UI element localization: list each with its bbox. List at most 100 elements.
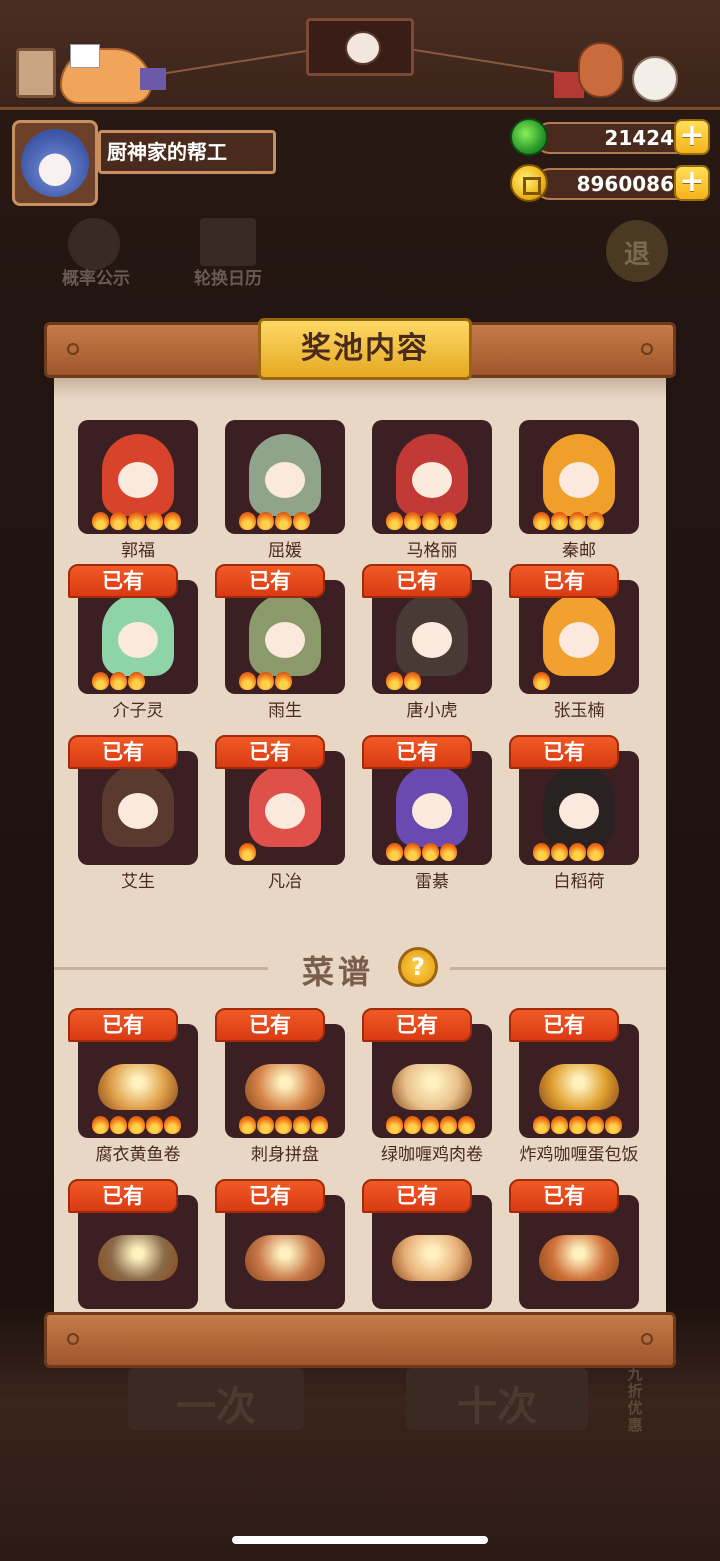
panel-title: 奖池内容 xyxy=(258,318,472,380)
character-name: 唐小虎 xyxy=(406,701,458,721)
recipe-card[interactable]: 已有 刺身拼盘 xyxy=(215,1008,347,1165)
flame-star-icon xyxy=(146,1116,163,1134)
character-card[interactable]: 秦邮 xyxy=(509,420,641,561)
flame-star-icon xyxy=(92,672,109,690)
flame-star-icon xyxy=(110,1116,127,1134)
recipe-card[interactable]: 已有 xyxy=(509,1179,641,1309)
owned-badge: 已有 xyxy=(68,1179,178,1213)
coin-amount: 8960086 xyxy=(534,168,694,200)
character-sprite-icon xyxy=(543,594,615,676)
recipe-card[interactable]: 已有 xyxy=(215,1179,347,1309)
star-flames xyxy=(92,672,145,690)
flame-star-icon xyxy=(275,512,292,530)
coin-resource: 8960086 + xyxy=(510,164,712,202)
flame-star-icon xyxy=(386,843,403,861)
character-sprite-icon xyxy=(102,765,174,847)
recipe-card[interactable]: 已有 腐衣黄鱼卷 xyxy=(68,1008,200,1165)
character-card[interactable]: 已有 雨生 xyxy=(215,564,347,721)
owned-badge: 已有 xyxy=(215,735,325,769)
single-draw-label: 一次 xyxy=(176,1384,256,1430)
scroll-bottom-rod[interactable] xyxy=(44,1312,676,1368)
character-sprite-icon xyxy=(396,594,468,676)
character-name: 白稻荷 xyxy=(553,872,605,892)
owned-badge: 已有 xyxy=(68,735,178,769)
flame-star-icon xyxy=(551,843,568,861)
flame-star-icon xyxy=(386,1116,403,1134)
character-sprite-icon xyxy=(543,434,615,516)
flame-star-icon xyxy=(422,843,439,861)
flame-star-icon xyxy=(422,512,439,530)
back-label: 退 xyxy=(623,240,650,270)
character-name: 秦邮 xyxy=(562,541,596,561)
recipes-title: 菜谱 xyxy=(302,953,375,991)
flame-star-icon xyxy=(404,512,421,530)
flame-star-icon xyxy=(440,512,457,530)
character-sprite-icon xyxy=(102,434,174,516)
character-card[interactable]: 已有 雷綦 xyxy=(362,735,494,892)
character-card[interactable]: 已有艾生 xyxy=(68,735,200,892)
dish-icon xyxy=(245,1064,325,1110)
flame-star-icon xyxy=(404,843,421,861)
flame-star-icon xyxy=(293,512,310,530)
help-icon[interactable]: ? xyxy=(398,947,438,987)
character-card[interactable]: 已有 张玉楠 xyxy=(509,564,641,721)
flame-star-icon xyxy=(587,1116,604,1134)
character-card[interactable]: 已有凡冶 xyxy=(215,735,347,892)
flame-star-icon xyxy=(311,1116,328,1134)
character-name: 郭福 xyxy=(121,541,155,561)
chef-character-icon xyxy=(578,42,624,98)
star-flames xyxy=(533,843,604,861)
character-card[interactable]: 已有 白稻荷 xyxy=(509,735,641,892)
flame-star-icon xyxy=(404,1116,421,1134)
character-card[interactable]: 马格丽 xyxy=(362,420,494,561)
flame-star-icon xyxy=(533,843,550,861)
character-card[interactable]: 已有 唐小虎 xyxy=(362,564,494,721)
hanging-banner xyxy=(306,18,414,76)
recipe-card[interactable]: 已有 绿咖喱鸡肉卷 xyxy=(362,1008,494,1165)
recipe-card[interactable]: 已有 炸鸡咖喱蛋包饭 xyxy=(509,1008,641,1165)
flame-star-icon xyxy=(239,672,256,690)
flame-star-icon xyxy=(257,1116,274,1134)
calendar-icon xyxy=(200,218,256,266)
star-flames xyxy=(239,843,256,861)
paper-shadow xyxy=(54,378,666,398)
character-name: 凡冶 xyxy=(268,872,302,892)
flame-star-icon xyxy=(386,512,403,530)
character-card[interactable]: 屈媛 xyxy=(215,420,347,561)
flame-star-icon xyxy=(569,1116,586,1134)
add-jade-button[interactable]: + xyxy=(674,119,710,155)
flame-star-icon xyxy=(551,1116,568,1134)
dish-icon xyxy=(98,1064,178,1110)
character-name: 张玉楠 xyxy=(553,701,605,721)
add-coin-button[interactable]: + xyxy=(674,165,710,201)
top-decor-bar xyxy=(0,0,720,110)
home-indicator[interactable] xyxy=(232,1536,488,1544)
flame-star-icon xyxy=(440,1116,457,1134)
character-portrait xyxy=(519,420,639,534)
flame-star-icon xyxy=(128,1116,145,1134)
character-sprite-icon xyxy=(543,765,615,847)
jade-amount: 21424 xyxy=(534,122,694,154)
recipe-card[interactable]: 已有 xyxy=(68,1179,200,1309)
player-avatar[interactable] xyxy=(12,120,98,206)
character-portrait xyxy=(225,420,345,534)
flame-star-icon xyxy=(239,1116,256,1134)
jade-resource: 21424 + xyxy=(510,118,712,156)
character-card[interactable]: 已有 介子灵 xyxy=(68,564,200,721)
character-card[interactable]: 郭福 xyxy=(68,420,200,561)
flame-star-icon xyxy=(164,1116,181,1134)
owned-badge: 已有 xyxy=(215,1179,325,1213)
flame-star-icon xyxy=(440,843,457,861)
flame-star-icon xyxy=(257,512,274,530)
character-name: 艾生 xyxy=(121,872,155,892)
divider-right xyxy=(450,967,666,970)
character-portrait xyxy=(372,420,492,534)
white-cat-icon xyxy=(632,56,678,102)
divider-left xyxy=(54,967,268,970)
star-flames xyxy=(92,1116,181,1134)
recipe-card[interactable]: 已有 xyxy=(362,1179,494,1309)
dish-icon xyxy=(98,1235,178,1281)
flame-star-icon xyxy=(533,672,550,690)
owned-badge: 已有 xyxy=(362,1179,472,1213)
dish-icon xyxy=(539,1064,619,1110)
